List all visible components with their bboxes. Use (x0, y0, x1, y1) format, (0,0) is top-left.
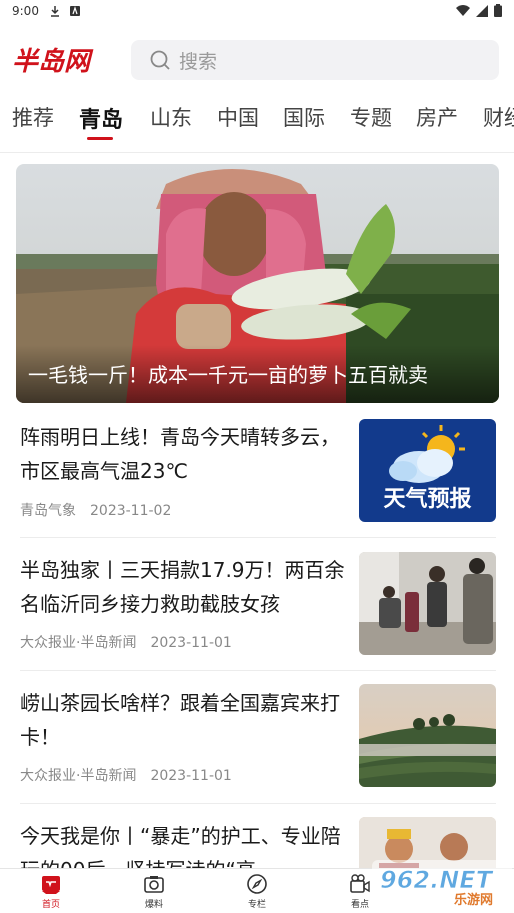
app-logo[interactable]: 半岛网 (12, 42, 112, 78)
nav-watch-label: 看点 (350, 900, 369, 910)
search-input[interactable]: 搜索 (131, 40, 499, 80)
tab-qingdao[interactable]: 青岛 (79, 102, 123, 134)
news-date: 2023-11-02 (90, 503, 172, 519)
news-thumbnail (359, 684, 496, 787)
compass-icon (247, 874, 267, 894)
home-icon (42, 876, 60, 894)
status-time: 9:00 (12, 4, 39, 18)
news-thumbnail (359, 552, 496, 655)
status-bar: 9:00 (0, 0, 514, 22)
hero-card[interactable]: 一毛钱一斤！成本一千元一亩的萝卜五百就卖 (16, 164, 499, 403)
news-source: 大众报业·半岛新闻 (20, 768, 137, 784)
camera-icon (144, 876, 164, 893)
tea-garden-photo (359, 684, 496, 787)
news-title: 半岛独家丨三天捐款17.9万！两百余名临沂同乡接力救助截肢女孩 (20, 558, 345, 616)
news-item[interactable]: 阵雨明日上线！青岛今天晴转多云，市区最高气温23℃ 青岛气象 2023-11-02… (0, 418, 514, 538)
news-divider (20, 537, 496, 538)
site-watermark: 962.NET 乐游网 (372, 860, 512, 908)
search-icon (150, 50, 170, 70)
news-meta: 大众报业·半岛新闻 2023-11-01 (20, 765, 232, 785)
nav-home-label: 首页 (41, 900, 60, 910)
tabs-divider (0, 152, 514, 153)
news-title: 今天我是你丨“暴走”的护工、专业陪玩的00后、坚持写诗的“高… (20, 824, 341, 869)
active-tab-indicator (87, 137, 113, 140)
news-date: 2023-11-01 (150, 768, 232, 784)
svg-text:962.NET: 962.NET (380, 866, 494, 894)
tab-recommend[interactable]: 推荐 (12, 102, 54, 132)
news-thumbnail: 天气预报 (359, 419, 496, 522)
channel-tabs: 推荐 青岛 山东 中国 国际 专题 房产 财经 (0, 98, 514, 144)
nav-report-label: 爆料 (144, 900, 163, 910)
news-item[interactable]: 崂山茶园长啥样？跟着全国嘉宾来打卡！ 大众报业·半岛新闻 2023-11-01 (0, 684, 514, 804)
nav-report[interactable]: 爆料 (124, 873, 184, 910)
news-item[interactable]: 半岛独家丨三天捐款17.9万！两百余名临沂同乡接力救助截肢女孩 大众报业·半岛新… (0, 551, 514, 671)
news-meta: 青岛气象 2023-11-02 (20, 500, 171, 520)
svg-text:乐游网: 乐游网 (454, 892, 493, 908)
news-meta: 大众报业·半岛新闻 2023-11-01 (20, 632, 232, 652)
tab-finance[interactable]: 财经 (483, 102, 514, 132)
news-title: 阵雨明日上线！青岛今天晴转多云，市区最高气温23℃ (20, 425, 340, 483)
app-header: 半岛网 搜索 (0, 36, 514, 84)
news-title: 崂山茶园长啥样？跟着全国嘉宾来打卡！ (20, 691, 340, 749)
nav-home[interactable]: 首页 (21, 873, 81, 910)
battery-icon (494, 4, 502, 17)
signal-icon (476, 4, 488, 17)
nav-column-label: 专栏 (247, 900, 266, 910)
download-icon (50, 6, 59, 17)
tab-special[interactable]: 专题 (350, 102, 392, 132)
video-icon (350, 874, 370, 893)
wifi-icon (456, 4, 470, 16)
news-divider (20, 803, 496, 804)
svg-text:半岛网: 半岛网 (12, 47, 94, 77)
nav-column[interactable]: 专栏 (227, 873, 287, 910)
news-photo (359, 552, 496, 655)
hero-caption: 一毛钱一斤！成本一千元一亩的萝卜五百就卖 (16, 345, 499, 403)
news-source: 大众报业·半岛新闻 (20, 635, 137, 651)
tab-shandong[interactable]: 山东 (150, 102, 192, 132)
notification-icon (69, 6, 80, 16)
news-source: 青岛气象 (20, 503, 76, 519)
news-date: 2023-11-01 (150, 635, 232, 651)
tab-real-estate[interactable]: 房产 (416, 102, 458, 132)
tab-international[interactable]: 国际 (283, 102, 325, 132)
search-placeholder: 搜索 (179, 50, 218, 73)
tab-china[interactable]: 中国 (217, 102, 259, 132)
news-divider (20, 670, 496, 671)
weather-thumb-text: 天气预报 (383, 487, 472, 512)
